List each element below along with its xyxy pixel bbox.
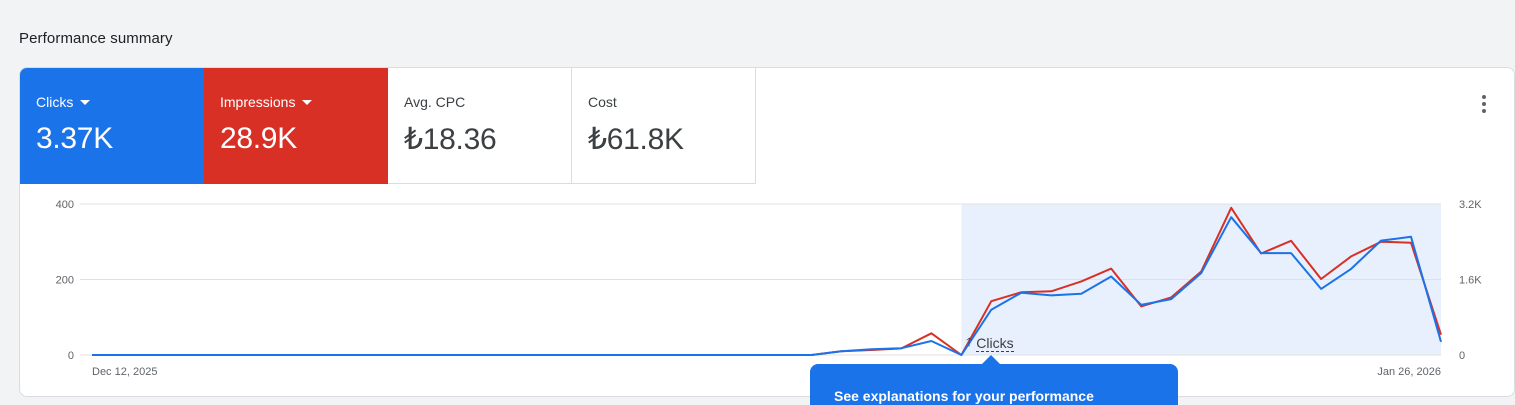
- section-title: Performance summary: [19, 30, 173, 47]
- performance-card: Clicks 3.37K Impressions 28.9K Avg. CPC …: [19, 67, 1515, 397]
- metric-clicks[interactable]: Clicks 3.37K: [20, 68, 204, 184]
- metric-avg-cpc[interactable]: Avg. CPC ₺18.36: [388, 68, 572, 184]
- metric-value: 3.37K: [36, 122, 113, 155]
- metric-tabs: Clicks 3.37K Impressions 28.9K Avg. CPC …: [20, 68, 756, 184]
- dropdown-caret-icon[interactable]: [302, 100, 313, 105]
- clicks-annotation[interactable]: 🡑 Clicks: [966, 333, 1014, 354]
- metric-label: Cost: [588, 94, 617, 110]
- arrow-up-icon: 🡑: [966, 335, 973, 349]
- annotation-label: Clicks: [976, 334, 1014, 352]
- more-options-icon[interactable]: [1472, 92, 1496, 116]
- metric-value: 28.9K: [220, 122, 297, 155]
- metric-label: Clicks: [36, 94, 74, 110]
- metric-value: ₺61.8K: [588, 123, 684, 156]
- dropdown-caret-icon[interactable]: [80, 100, 91, 105]
- metric-label: Impressions: [220, 94, 296, 110]
- metric-impressions[interactable]: Impressions 28.9K: [204, 68, 388, 184]
- metric-label: Avg. CPC: [404, 94, 466, 110]
- explanations-tooltip[interactable]: See explanations for your performance: [810, 355, 1178, 405]
- tooltip-text: See explanations for your performance: [834, 388, 1094, 404]
- metric-cost[interactable]: Cost ₺61.8K: [572, 68, 756, 184]
- metric-value: ₺18.36: [404, 123, 497, 156]
